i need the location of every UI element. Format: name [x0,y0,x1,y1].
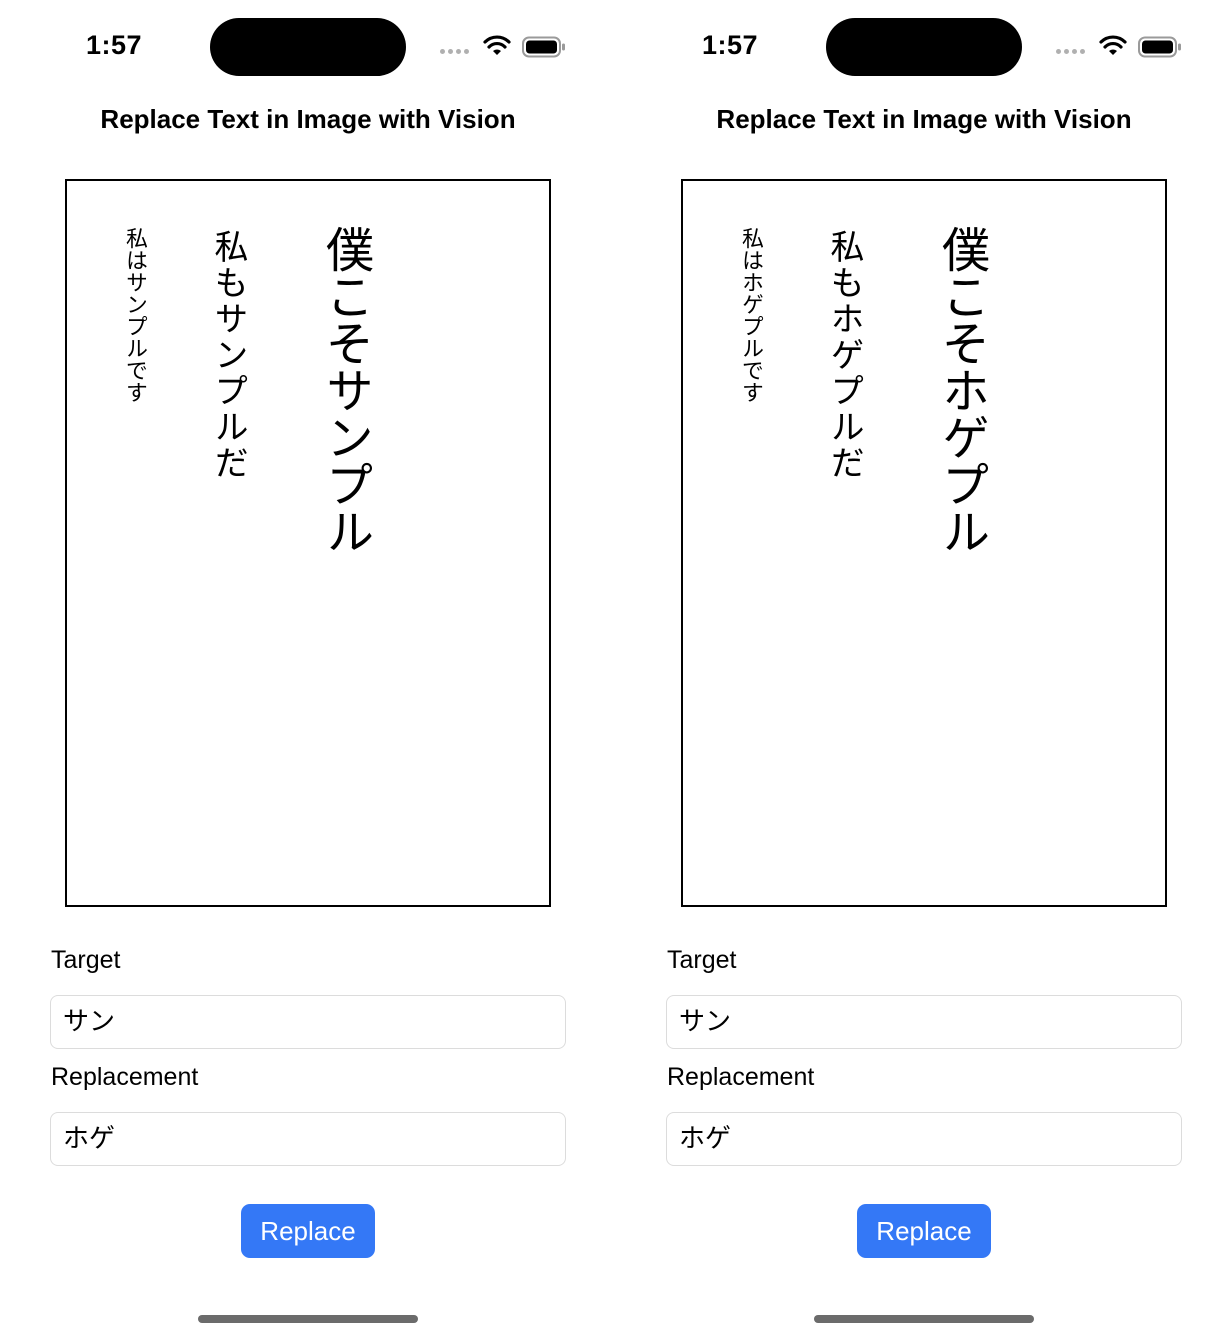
battery-icon [1138,36,1181,58]
target-input[interactable]: サン [666,995,1182,1049]
battery-icon [522,36,565,58]
home-indicator[interactable] [198,1315,418,1323]
wifi-icon [1099,35,1127,55]
image-text-line-1: 僕こそサンプル [317,225,373,554]
replace-button[interactable]: Replace [241,1204,375,1258]
replace-button[interactable]: Replace [857,1204,991,1258]
dynamic-island [210,18,406,76]
wifi-icon [483,35,511,55]
image-text-line-1: 僕こそホゲプル [933,225,989,554]
cellular-signal-icon [440,49,469,54]
target-input[interactable]: サン [50,995,566,1049]
replacement-input[interactable]: ホゲ [50,1112,566,1166]
image-preview: 僕こそホゲプル 私もホゲプルだ 私はホゲプルです [681,179,1167,907]
target-label: Target [667,946,737,974]
replacement-label: Replacement [51,1063,199,1091]
page-title: Replace Text in Image with Vision [100,104,516,134]
image-text-line-2: 私もサンプルだ [208,229,248,481]
image-text-line-3: 私はサンプルです [122,227,147,403]
phone-screen-after: 1:57 Replace Text in Image with Vision 僕… [616,0,1232,1336]
image-preview: 僕こそサンプル 私もサンプルだ 私はサンプルです [65,179,551,907]
status-time: 1:57 [86,30,143,60]
image-text-line-2: 私もホゲプルだ [824,229,864,481]
dynamic-island [826,18,1022,76]
page-title: Replace Text in Image with Vision [716,104,1132,134]
replacement-label: Replacement [667,1063,815,1091]
target-label: Target [51,946,121,974]
replacement-input[interactable]: ホゲ [666,1112,1182,1166]
phone-screen-before: 1:57 Replace Text in Image with Vision 僕… [0,0,616,1336]
home-indicator[interactable] [814,1315,1034,1323]
status-time: 1:57 [702,30,759,60]
image-text-line-3: 私はホゲプルです [738,227,763,403]
cellular-signal-icon [1056,49,1085,54]
